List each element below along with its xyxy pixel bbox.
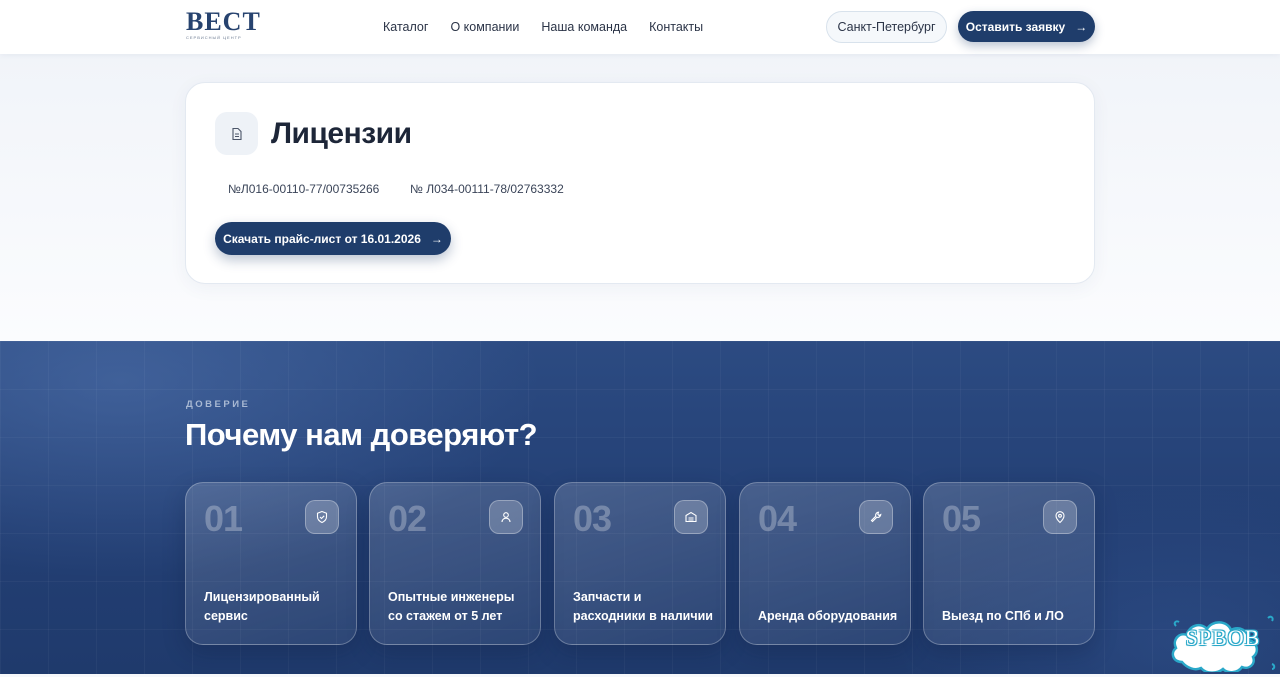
main-nav: Каталог О компании Наша команда Контакты bbox=[383, 18, 725, 36]
card-text: Выезд по СПб и ЛО bbox=[942, 609, 1064, 623]
card-number: 02 bbox=[388, 498, 427, 539]
card-text: Аренда оборудования bbox=[758, 609, 898, 623]
request-button-label: Оставить заявку bbox=[965, 19, 1066, 34]
nav-catalog[interactable]: Каталог bbox=[383, 18, 428, 36]
section-eyebrow: ДОВЕРИЕ bbox=[186, 399, 251, 410]
trust-card: 03 Запчасти и расходники в наличии bbox=[554, 482, 726, 645]
request-button[interactable]: Оставить заявку → bbox=[958, 11, 1095, 42]
badge-label: SPBOB bbox=[1185, 625, 1261, 650]
section-title: Почему нам доверяют? bbox=[185, 417, 538, 452]
card-number: 04 bbox=[758, 498, 797, 539]
location-icon bbox=[1043, 500, 1077, 534]
trust-card: 05 Выезд по СПб и ЛО bbox=[923, 482, 1095, 645]
license-number: № Л034-00111-78/02763332 bbox=[410, 182, 564, 196]
spbob-badge[interactable]: SPBOB bbox=[1168, 604, 1278, 674]
trust-card: 04 Аренда оборудования bbox=[739, 482, 911, 645]
logo-text: BECT bbox=[186, 7, 261, 36]
box-icon bbox=[674, 500, 708, 534]
arrow-right-icon: → bbox=[1075, 19, 1088, 34]
licenses-title: Лицензии bbox=[271, 117, 412, 150]
trust-card: 02 Опытные инженеры со стажем от 5 лет bbox=[369, 482, 541, 645]
shield-icon bbox=[305, 500, 339, 534]
city-selector-button[interactable]: Санкт-Петербург bbox=[826, 11, 947, 43]
trust-section: ДОВЕРИЕ Почему нам доверяют? 01 Лицензир… bbox=[0, 341, 1280, 674]
license-number: №Л016-00110-77/00735266 bbox=[228, 182, 380, 196]
logo[interactable]: BECT сервисный центр bbox=[186, 9, 260, 45]
card-number: 05 bbox=[942, 498, 981, 539]
card-text: Опытные инженеры со стажем от 5 лет bbox=[388, 590, 515, 623]
trust-card: 01 Лицензированный сервис bbox=[185, 482, 357, 645]
user-icon bbox=[489, 500, 523, 534]
logo-subtitle: сервисный центр bbox=[186, 35, 242, 40]
nav-contacts[interactable]: Контакты bbox=[649, 18, 703, 36]
download-price-label: Скачать прайс-лист от 16.01.2026 bbox=[223, 231, 421, 246]
document-icon bbox=[215, 112, 258, 155]
nav-team[interactable]: Наша команда bbox=[541, 18, 627, 36]
card-number: 03 bbox=[573, 498, 612, 539]
card-text: Лицензированный сервис bbox=[204, 590, 320, 623]
card-text: Запчасти и расходники в наличии bbox=[573, 590, 713, 623]
wrench-icon bbox=[859, 500, 893, 534]
site-header: BECT сервисный центр Каталог О компании … bbox=[0, 0, 1280, 54]
nav-about[interactable]: О компании bbox=[450, 18, 519, 36]
city-label: Санкт-Петербург bbox=[837, 20, 936, 34]
download-price-button[interactable]: Скачать прайс-лист от 16.01.2026 → bbox=[215, 222, 451, 255]
card-number: 01 bbox=[204, 498, 243, 539]
licenses-card: Лицензии №Л016-00110-77/00735266 № Л034-… bbox=[185, 82, 1095, 284]
arrow-right-icon: → bbox=[430, 231, 443, 246]
